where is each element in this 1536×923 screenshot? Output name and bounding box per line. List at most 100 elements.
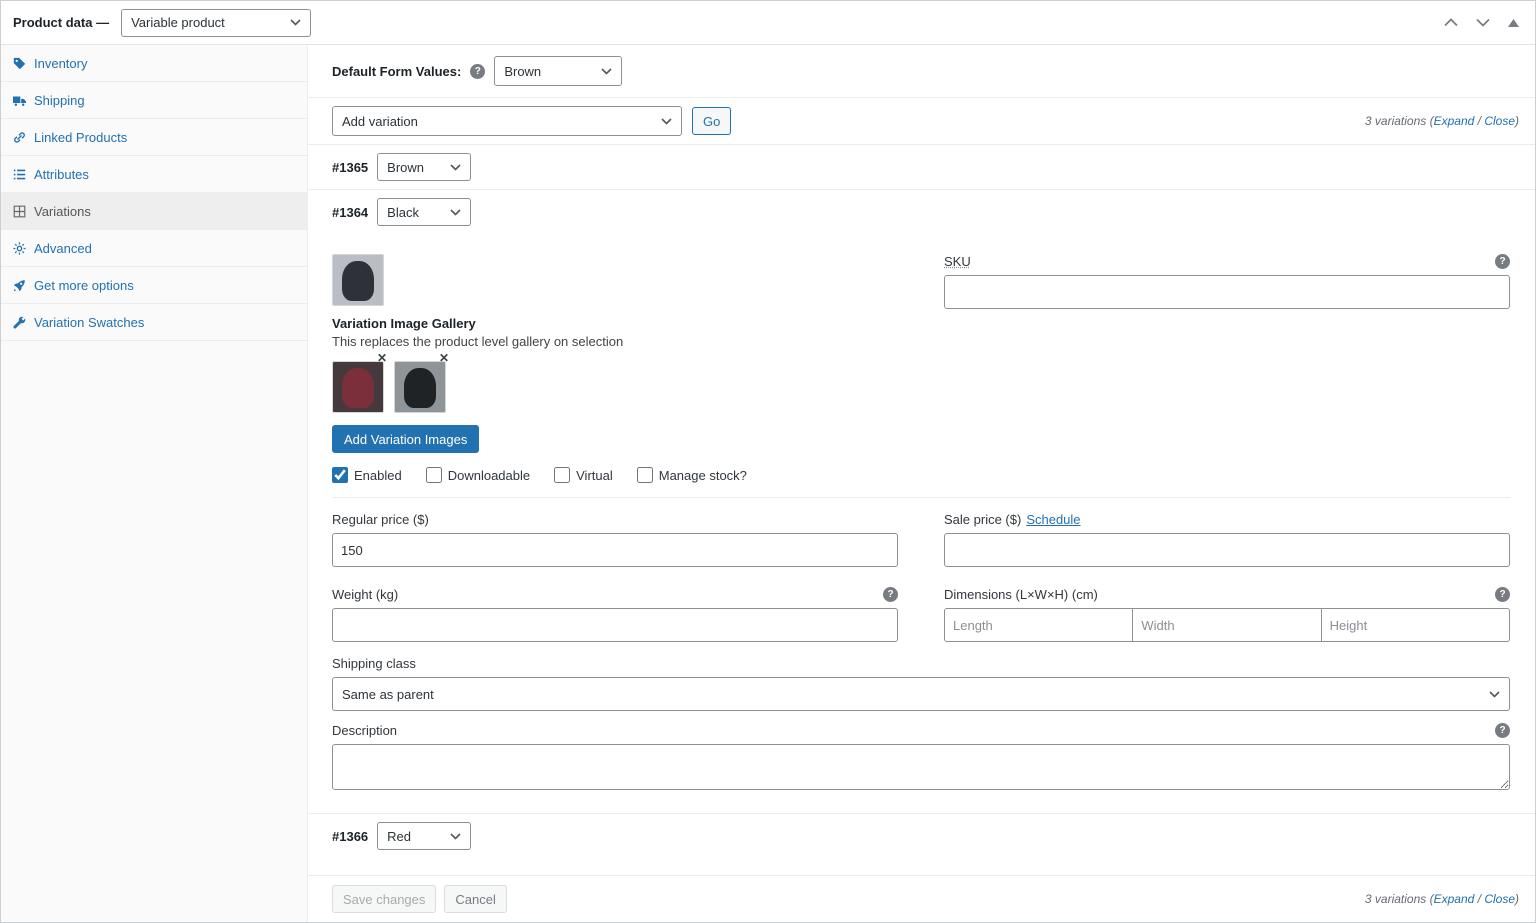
link-icon [13,131,26,144]
variation-attribute-value: Black [387,204,419,220]
dimensions-label: Dimensions (L×W×H) (cm) [944,587,1098,602]
close-link[interactable]: Close [1484,114,1515,128]
sidebar-item-inventory[interactable]: Inventory [1,45,307,82]
shipping-class-label: Shipping class [332,656,416,671]
checkbox-label: Downloadable [447,467,531,483]
product-type-value: Variable product [131,15,225,30]
sku-label: SKU [944,254,971,269]
gallery-thumbnails: ✕ ✕ [332,352,898,413]
add-variation-images-button[interactable]: Add Variation Images [332,425,480,453]
variation-attribute-select[interactable]: Brown [377,153,472,181]
sidebar-item-get-more-options[interactable]: Get more options [1,267,307,304]
width-input[interactable] [1132,608,1322,642]
product-data-tabs: Inventory Shipping Linked Products Attri… [1,45,308,922]
help-icon[interactable]: ? [1495,587,1510,602]
chevron-up-icon [1444,15,1458,30]
variation-row: #1366 Red [308,814,1535,858]
length-input[interactable] [944,608,1134,642]
shipping-class-field: Shipping class Same as parent [332,656,1510,711]
virtual-checkbox-input[interactable] [554,467,571,483]
shipping-class-value: Same as parent [342,686,434,702]
variation-image-thumbnail[interactable] [332,254,384,306]
description-textarea[interactable] [332,744,1510,790]
chevron-down-icon [450,832,461,840]
move-up-button[interactable] [1442,13,1460,32]
help-icon[interactable]: ? [470,63,486,79]
variation-id: #1364 [332,204,369,220]
variations-count-text: 3 variations ( [1364,892,1434,906]
expand-link[interactable]: Expand [1434,892,1475,906]
gallery-image-thumbnail[interactable] [332,361,384,413]
shipping-dimensions-row: Weight (kg) ? Dimensions (L×W×H) (cm) ? [332,587,1510,642]
chevron-down-icon [450,163,461,171]
downloadable-checkbox-input[interactable] [425,467,442,483]
variations-tab-panel: Default Form Values: ? Brown Add variati… [308,45,1535,922]
paren-text: ) [1515,114,1519,128]
checkbox-label: Enabled [354,467,402,483]
sidebar-item-linked-products[interactable]: Linked Products [1,119,307,156]
sidebar-item-attributes[interactable]: Attributes [1,156,307,193]
default-form-values-value: Brown [504,63,542,79]
enabled-checkbox-input[interactable] [332,467,348,483]
remove-image-icon[interactable]: ✕ [377,352,387,364]
remove-image-icon[interactable]: ✕ [439,352,449,364]
variation-attribute-select[interactable]: Black [377,198,472,226]
add-variation-select[interactable]: Add variation [332,106,682,136]
sidebar-item-advanced[interactable]: Advanced [1,230,307,267]
schedule-link[interactable]: Schedule [1026,512,1080,527]
variation-row: #1364 Black [308,190,1535,234]
description-field: Description ? [332,723,1510,793]
virtual-checkbox[interactable]: Virtual [554,467,613,483]
manage-stock-checkbox-input[interactable] [636,467,653,483]
cancel-button[interactable]: Cancel [444,885,507,913]
help-icon[interactable]: ? [1495,723,1510,738]
chevron-down-icon [661,117,672,125]
variations-summary: 3 variations (Expand / Close) [1365,892,1519,906]
tag-icon [13,57,26,70]
sidebar-item-label: Inventory [34,55,88,71]
weight-label: Weight (kg) [332,587,399,602]
gallery-image-thumbnail[interactable] [394,361,446,413]
help-icon[interactable]: ? [883,587,898,602]
manage-stock-checkbox[interactable]: Manage stock? [636,467,747,483]
collapse-panel-button[interactable] [1506,13,1521,32]
help-icon[interactable]: ? [1495,254,1510,269]
checkbox-label: Manage stock? [658,467,747,483]
sidebar-item-label: Advanced [34,240,92,256]
price-row: Regular price ($) Sale price ($) Schedul… [332,512,1510,567]
expand-link[interactable]: Expand [1434,114,1475,128]
weight-input[interactable] [332,608,898,642]
sale-price-label: Sale price ($) [944,512,1022,527]
regular-price-input[interactable] [332,533,898,567]
variation-attribute-select[interactable]: Red [377,822,472,850]
regular-price-label: Regular price ($) [332,512,429,527]
close-link[interactable]: Close [1484,892,1515,906]
triangle-up-icon [1508,15,1519,30]
product-type-select[interactable]: Variable product [121,8,312,37]
default-form-values-select[interactable]: Brown [494,56,623,86]
chevron-down-icon [601,67,612,75]
sku-input[interactable] [944,275,1510,309]
variation-image-gallery-title: Variation Image Gallery [332,316,476,331]
grid-icon [13,205,26,218]
sidebar-item-label: Variations [34,203,91,219]
chevron-down-icon [450,208,461,216]
sidebar-item-shipping[interactable]: Shipping [1,82,307,119]
sidebar-item-variation-swatches[interactable]: Variation Swatches [1,304,307,341]
sale-price-input[interactable] [944,533,1510,567]
gear-icon [13,241,26,255]
variation-options-row: Enabled Downloadable Virtual Manage stoc… [332,467,1510,483]
variations-summary: 3 variations (Expand / Close) [1365,114,1519,128]
move-down-button[interactable] [1474,13,1492,32]
divider [332,497,1511,498]
go-button[interactable]: Go [692,107,732,135]
variation-id: #1365 [332,159,369,175]
backpack-image [404,368,436,408]
save-changes-button[interactable]: Save changes [332,885,437,913]
downloadable-checkbox[interactable]: Downloadable [425,467,531,483]
shipping-class-select[interactable]: Same as parent [332,677,1510,711]
height-input[interactable] [1320,608,1510,642]
add-variation-value: Add variation [342,113,418,129]
sidebar-item-variations[interactable]: Variations [1,193,307,230]
enabled-checkbox[interactable]: Enabled [332,467,402,483]
